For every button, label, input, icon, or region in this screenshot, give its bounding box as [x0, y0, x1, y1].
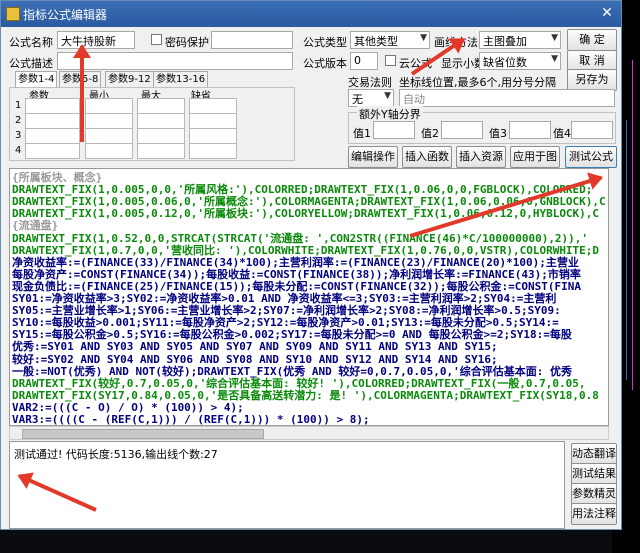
value3-input[interactable]: [509, 121, 551, 139]
formula-editor-window: 指标公式编辑器 ✕ 公式名称 大牛持股新 密码保护 公式类型 其他类型▼ 画线方…: [0, 0, 622, 530]
test-status-text: 测试通过! 代码长度:5136,输出线个数:27: [14, 448, 218, 461]
formula-type-label: 公式类型: [303, 36, 347, 49]
tab-params-9-12[interactable]: 参数9-12: [105, 71, 154, 87]
coord-line-label: 坐标线位置,最多6个,用分号分隔: [399, 76, 556, 89]
chevron-down-icon: ▼: [551, 33, 558, 43]
close-icon[interactable]: ✕: [599, 5, 615, 21]
tab-params-1-4[interactable]: 参数1-4: [15, 71, 58, 87]
value3-label: 值3: [489, 127, 507, 140]
param-default-cell[interactable]: [189, 143, 237, 159]
param-wizard-button[interactable]: 参数精灵: [571, 483, 617, 505]
usage-notes-button[interactable]: 用法注释: [571, 503, 617, 525]
param-default-cell[interactable]: [189, 98, 237, 114]
test-output-panel: 测试通过! 代码长度:5136,输出线个数:27: [9, 441, 565, 529]
param-default-cell[interactable]: [189, 128, 237, 144]
trade-rule-value: 无: [352, 93, 363, 106]
value4-label: 值4: [553, 127, 571, 140]
trade-rule-label: 交易法则: [348, 76, 392, 89]
param-row-num: 1: [15, 100, 22, 111]
param-row-num: 2: [15, 115, 22, 126]
draw-method-value: 主图叠加: [483, 35, 527, 48]
decimal-value: 缺省位数: [483, 56, 527, 69]
param-max-cell[interactable]: [137, 113, 185, 129]
annotation-arrow: [80, 46, 84, 142]
editor-vertical-scrollbar[interactable]: [608, 169, 609, 426]
chevron-down-icon: ▼: [384, 91, 391, 101]
value1-label: 值1: [353, 127, 371, 140]
chevron-down-icon: ▼: [551, 54, 558, 64]
param-row-num: 4: [15, 145, 22, 156]
dynamic-translate-button[interactable]: 动态翻译: [571, 443, 617, 465]
extra-axis-label: 额外Y轴分界: [357, 106, 423, 122]
param-name-cell[interactable]: [25, 98, 80, 114]
ok-button[interactable]: 确 定: [567, 29, 617, 51]
formula-desc-label: 公式描述: [9, 57, 53, 70]
decimal-select[interactable]: 缺省位数 ▼: [479, 52, 561, 70]
param-name-cell[interactable]: [25, 128, 80, 144]
password-label: 密码保护: [165, 36, 209, 49]
trade-rule-select[interactable]: 无 ▼: [348, 89, 394, 107]
value4-input[interactable]: [571, 121, 613, 139]
title-bar[interactable]: 指标公式编辑器 ✕: [1, 1, 621, 27]
param-min-cell[interactable]: [85, 128, 133, 144]
insert-function-button[interactable]: 插入函数: [402, 146, 452, 168]
param-min-cell[interactable]: [85, 98, 133, 114]
param-max-cell[interactable]: [137, 128, 185, 144]
cloud-formula-checkbox[interactable]: [385, 55, 396, 66]
value2-input[interactable]: [441, 121, 483, 139]
apply-to-chart-button[interactable]: 应用于图: [510, 146, 560, 168]
formula-desc-input[interactable]: [57, 52, 293, 70]
formula-version-label: 公式版本: [303, 57, 347, 70]
insert-resource-button[interactable]: 插入资源: [456, 146, 506, 168]
param-row-num: 3: [15, 130, 22, 141]
code-editor[interactable]: {所属板块、概念} DRAWTEXT_FIX(1,0.005,0,0,'所属风格:…: [9, 168, 609, 426]
tab-params-13-16[interactable]: 参数13-16: [153, 71, 209, 87]
editor-horizontal-scrollbar[interactable]: [9, 426, 609, 440]
chevron-down-icon: ▼: [420, 33, 427, 43]
param-min-cell[interactable]: [85, 113, 133, 129]
app-icon: [6, 7, 20, 21]
formula-name-label: 公式名称: [9, 36, 53, 49]
password-input[interactable]: [211, 31, 293, 49]
draw-method-select[interactable]: 主图叠加 ▼: [479, 31, 561, 49]
param-name-cell[interactable]: [25, 143, 80, 159]
param-default-cell[interactable]: [189, 113, 237, 129]
param-max-cell[interactable]: [137, 98, 185, 114]
edit-operation-button[interactable]: 编辑操作: [348, 146, 398, 168]
coord-line-input[interactable]: 自动: [399, 89, 615, 107]
test-formula-button[interactable]: 测试公式: [565, 146, 617, 168]
formula-version-input[interactable]: 0: [350, 52, 378, 70]
test-result-button[interactable]: 测试结果: [571, 463, 617, 485]
window-title: 指标公式编辑器: [23, 8, 108, 22]
scrollbar-thumb[interactable]: [22, 429, 264, 439]
param-name-cell[interactable]: [25, 113, 80, 129]
value1-input[interactable]: [373, 121, 415, 139]
formula-type-value: 其他类型: [354, 35, 398, 48]
value2-label: 值2: [421, 127, 439, 140]
param-max-cell[interactable]: [137, 143, 185, 159]
code-line: DRAWTEXT_FIX(1,0.005,0.12,0,'所属板块:'),COL…: [12, 207, 600, 221]
param-min-cell[interactable]: [85, 143, 133, 159]
save-as-button[interactable]: 另存为: [567, 69, 617, 91]
password-checkbox[interactable]: [151, 34, 162, 45]
formula-name-input[interactable]: 大牛持股新: [57, 31, 135, 49]
code-line: VAR3:=((((C - (REF(C,1))) / (REF(C,1))) …: [12, 413, 370, 426]
formula-type-select[interactable]: 其他类型 ▼: [350, 31, 430, 49]
